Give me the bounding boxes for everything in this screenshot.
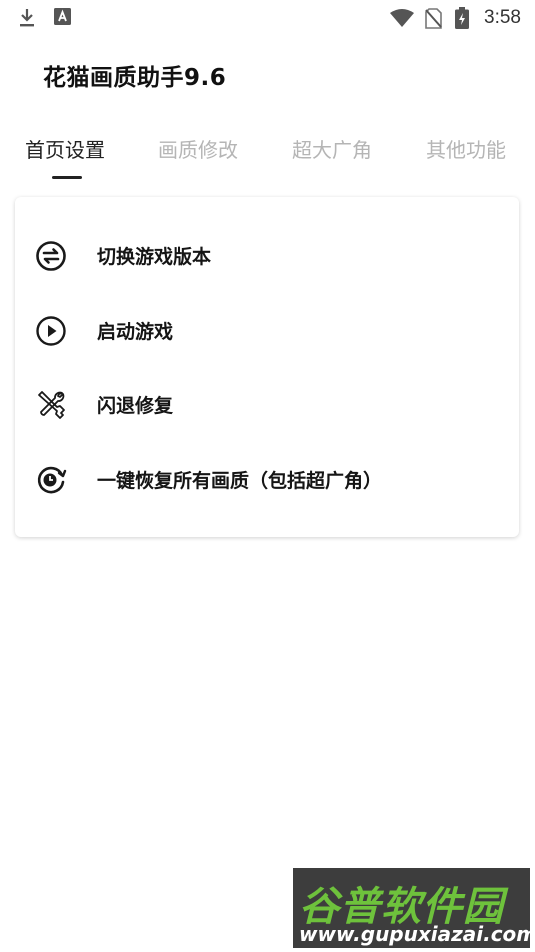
tab-wide-angle[interactable]: 超大广角 [292,134,372,163]
status-time: 3:58 [484,7,521,28]
crash-repair-label: 闪退修复 [97,395,174,417]
battery-charging-icon [455,7,469,29]
download-icon [20,9,34,27]
tab-quality-edit[interactable]: 画质修改 [158,134,238,163]
font-icon [54,8,71,25]
tab-other-functions[interactable]: 其他功能 [426,134,506,163]
launch-game-item[interactable]: 启动游戏 [15,301,519,361]
restore-quality-label: 一键恢复所有画质（包括超广角） [97,470,383,492]
menu-card: 切换游戏版本 启动游戏 闪退修复 一键恢复所有画质（包括超广角） [15,197,519,537]
switch-arrows-icon [36,241,66,271]
restore-icon [37,466,67,494]
tools-icon [38,391,65,419]
watermark: 谷普软件园 www.gupuxiazai.com [293,868,535,948]
launch-game-label: 启动游戏 [97,321,174,343]
wifi-icon [390,9,414,27]
watermark-url: www.gupuxiazai.com [299,922,535,946]
switch-game-version-item[interactable]: 切换游戏版本 [15,226,519,286]
play-circle-icon [36,316,66,346]
app-title: 花猫画质助手9.6 [43,65,227,91]
status-bar: 3:58 [0,0,535,36]
tab-home-settings[interactable]: 首页设置 [25,134,105,163]
crash-repair-item[interactable]: 闪退修复 [15,375,519,435]
switch-game-version-label: 切换游戏版本 [97,246,212,268]
tab-indicator [52,176,82,179]
restore-quality-item[interactable]: 一键恢复所有画质（包括超广角） [15,450,519,510]
no-sim-icon [425,8,442,29]
